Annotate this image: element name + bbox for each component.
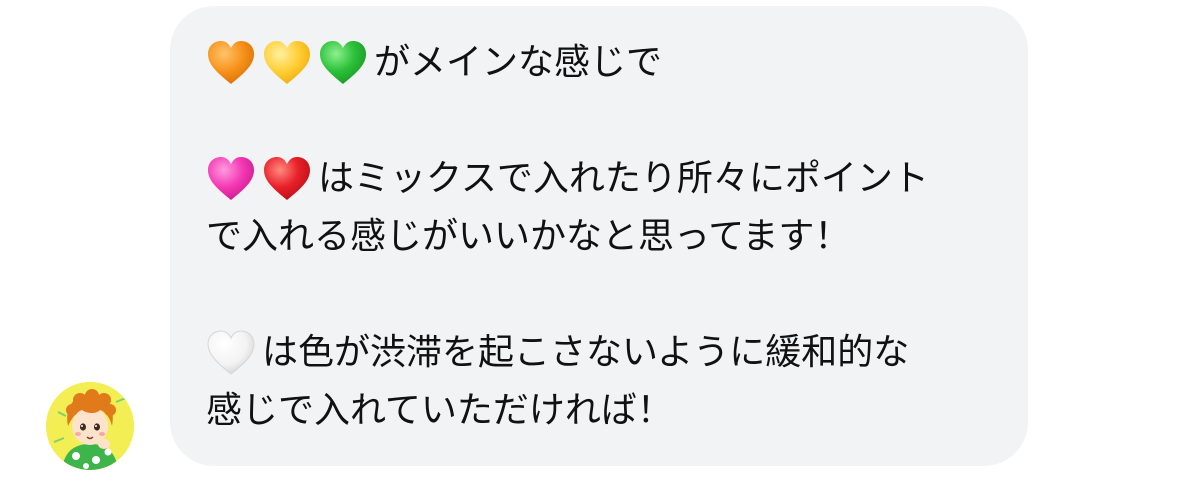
orange-heart-icon [206, 40, 256, 86]
user-avatar-illustration-icon [46, 382, 134, 470]
message-line-7: 感じで入れていただければ！ [206, 382, 998, 440]
message-line-3: はミックスで入れたり所々にポイント [206, 150, 998, 208]
message-text: で入れる感じがいいかなと思ってます！ [206, 216, 851, 257]
message-line-4: で入れる感じがいいかなと思ってます！ [206, 208, 998, 266]
green-heart-icon [318, 40, 368, 86]
red-heart-icon [262, 156, 312, 202]
message-line-1: がメインな感じで [206, 34, 998, 92]
white-heart-icon [206, 330, 256, 376]
message-text: は色が渋滞を起こさないように緩和的な [262, 332, 910, 373]
message-text: 感じで入れていただければ！ [206, 390, 673, 431]
message-text: はミックスで入れたり所々にポイント [318, 158, 929, 199]
message-bubble[interactable]: がメインな感じで はミックスで入れたり所々にポイント で入れる感じがいいかなと思… [170, 6, 1028, 466]
message-text: がメインな感じで [374, 42, 663, 83]
message-line-6: は色が渋滞を起こさないように緩和的な [206, 324, 998, 382]
avatar[interactable] [46, 382, 134, 470]
pink-heart-icon [206, 156, 256, 202]
yellow-heart-icon [262, 40, 312, 86]
